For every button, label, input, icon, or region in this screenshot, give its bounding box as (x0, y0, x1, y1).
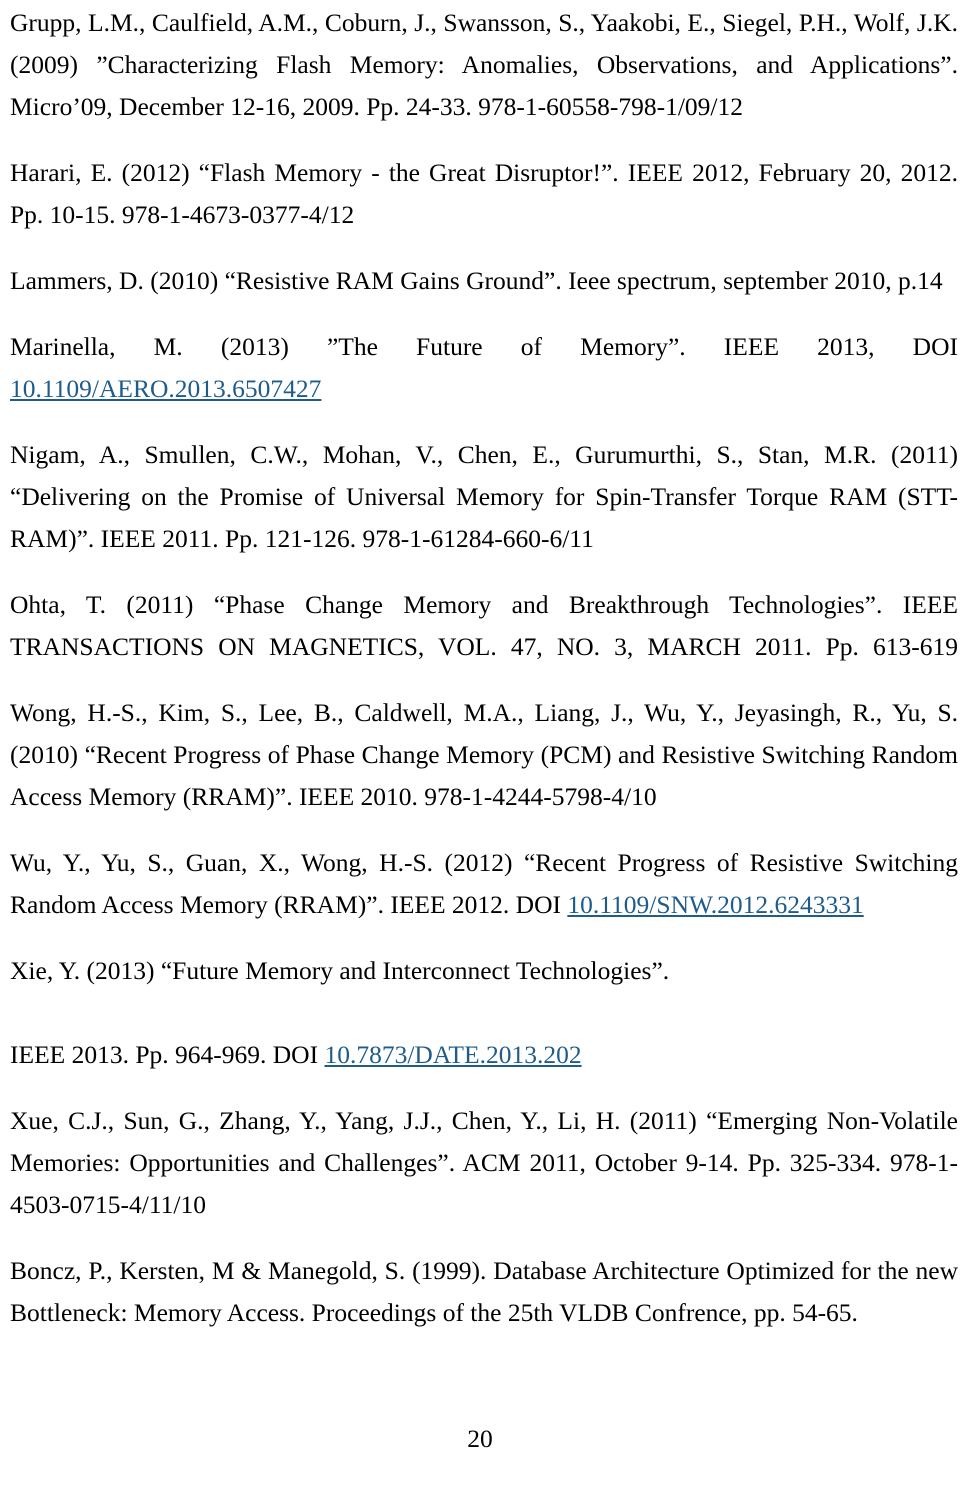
reference-entry-wong-2010: Wong, H.-S., Kim, S., Lee, B., Caldwell,… (10, 692, 958, 818)
reference-entry-nigam-2011: Nigam, A., Smullen, C.W., Mohan, V., Che… (10, 434, 958, 560)
reference-text: Grupp, L.M., Caulfield, A.M., Coburn, J.… (10, 8, 958, 121)
reference-entry-xue-2011: Xue, C.J., Sun, G., Zhang, Y., Yang, J.J… (10, 1100, 958, 1226)
reference-entry-harari-2012: Harari, E. (2012) “Flash Memory - the Gr… (10, 152, 958, 236)
reference-text: Boncz, P., Kersten, M & Manegold, S. (19… (10, 1256, 958, 1327)
reference-entry-boncz-1999: Boncz, P., Kersten, M & Manegold, S. (19… (10, 1250, 958, 1334)
reference-text: Wong, H.-S., Kim, S., Lee, B., Caldwell,… (10, 698, 958, 811)
document-page: Grupp, L.M., Caulfield, A.M., Coburn, J.… (0, 0, 960, 1494)
reference-entry-ohta-2011: Ohta, T. (2011) “Phase Change Memory and… (10, 584, 958, 668)
reference-entry-xie-2013: Xie, Y. (2013) “Future Memory and Interc… (10, 950, 958, 1076)
reference-text: Xie, Y. (2013) “Future Memory and Interc… (10, 956, 670, 985)
reference-text: Harari, E. (2012) “Flash Memory - the Gr… (10, 158, 958, 229)
reference-entry-lammers-2010: Lammers, D. (2010) “Resistive RAM Gains … (10, 260, 958, 302)
page-number: 20 (467, 1424, 493, 1453)
reference-entry-grupp-2009: Grupp, L.M., Caulfield, A.M., Coburn, J.… (10, 2, 958, 128)
reference-text: Ohta, T. (2011) “Phase Change Memory and… (10, 590, 958, 661)
references-list: Grupp, L.M., Caulfield, A.M., Coburn, J.… (10, 2, 958, 1334)
reference-text: Marinella, M. (2013) ”The Future of Memo… (10, 332, 958, 361)
doi-link-xie[interactable]: 10.7873/DATE.2013.202 (324, 1040, 581, 1069)
reference-text-line2: IEEE 2013. Pp. 964-969. DOI (10, 1040, 325, 1069)
reference-entry-marinella-2013: Marinella, M. (2013) ”The Future of Memo… (10, 326, 958, 410)
reference-entry-wu-2012: Wu, Y., Yu, S., Guan, X., Wong, H.-S. (2… (10, 842, 958, 926)
reference-text: Lammers, D. (2010) “Resistive RAM Gains … (10, 266, 943, 295)
reference-text: Xue, C.J., Sun, G., Zhang, Y., Yang, J.J… (10, 1106, 958, 1219)
reference-text: Nigam, A., Smullen, C.W., Mohan, V., Che… (10, 440, 958, 553)
doi-link-wu[interactable]: 10.1109/SNW.2012.6243331 (567, 890, 863, 919)
doi-link-marinella[interactable]: 10.1109/AERO.2013.6507427 (10, 374, 321, 403)
